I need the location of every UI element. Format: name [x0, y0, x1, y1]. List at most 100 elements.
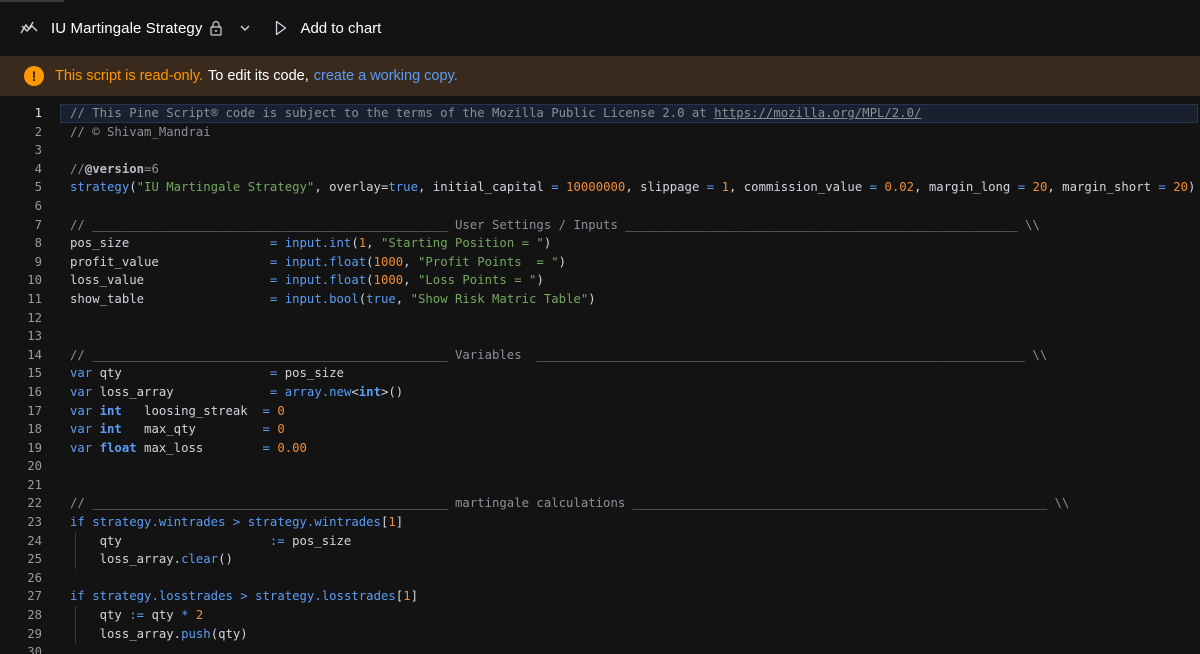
code-token: = [262, 422, 270, 437]
code-line[interactable]: 28 qty := qty * 2 [0, 606, 1200, 625]
create-working-copy-link[interactable]: create a working copy. [314, 68, 458, 84]
code-line[interactable]: 16 var loss_array = array.new<int>() [0, 383, 1200, 402]
code-token: , margin_short [1047, 180, 1159, 195]
code-text: loss_array.push(qty) [70, 625, 248, 644]
script-title[interactable]: IU Martingale Strategy [51, 20, 202, 37]
code-line[interactable]: 8 pos_size = input.int(1, "Starting Posit… [0, 234, 1200, 253]
code-text: loss_array.clear() [70, 550, 233, 569]
code-line[interactable]: 4 //@version=6 [0, 160, 1200, 179]
code-token: if [70, 515, 85, 530]
code-line[interactable]: 14 // ___________________________________… [0, 346, 1200, 365]
line-number: 13 [27, 329, 42, 344]
code-line[interactable]: 25 loss_array.clear() [0, 550, 1200, 569]
code-token: loss_array. [70, 552, 182, 567]
code-line[interactable]: 19 var float max_loss = 0.00 [0, 439, 1200, 458]
code-token: show_table [70, 291, 270, 306]
code-token: qty [70, 608, 130, 623]
line-number: 29 [27, 626, 42, 641]
banner-text: To edit its code, [208, 68, 309, 84]
code-token: 1 [388, 515, 396, 530]
code-line[interactable]: 1 // This Pine Script® code is subject to… [0, 104, 1200, 123]
code-token: 20 [1032, 180, 1048, 195]
code-text: var int max_qty = 0 [70, 420, 285, 439]
code-line[interactable]: 26 [0, 569, 1200, 588]
code-token: push [181, 626, 211, 641]
code-token: loss_value [70, 273, 270, 288]
line-number: 19 [27, 440, 42, 455]
code-token: (qty) [210, 626, 248, 641]
code-token: int [358, 384, 381, 399]
code-token: 0.00 [277, 440, 307, 455]
add-to-chart-label: Add to chart [300, 19, 382, 37]
code-token: 1 [721, 180, 729, 195]
code-token: =6 [144, 161, 159, 176]
code-text: pos_size = input.int(1, "Starting Positi… [70, 234, 551, 253]
code-line[interactable]: 5 strategy("IU Martingale Strategy", over… [0, 178, 1200, 197]
code-token: qty [70, 533, 270, 548]
line-number: 21 [27, 477, 42, 492]
code-line[interactable]: 10 loss_value = input.float(1000, "Loss P… [0, 271, 1200, 290]
code-token: 0 [277, 403, 285, 418]
line-number: 25 [27, 552, 42, 567]
code-token: 0.02 [884, 180, 915, 195]
line-number: 24 [27, 533, 42, 548]
code-line[interactable]: 27 if strategy.losstrades > strategy.loss… [0, 587, 1200, 606]
code-token: float [99, 440, 137, 455]
code-token: loosing_streak [121, 403, 263, 418]
code-token: 1000 [373, 273, 404, 288]
code-token[interactable]: https://mozilla.org/MPL/2.0/ [714, 106, 921, 120]
code-token: < [351, 384, 359, 399]
code-token: var [70, 384, 93, 399]
code-token: , [366, 236, 381, 251]
code-token: 10000000 [566, 180, 626, 195]
code-text: // _____________________________________… [70, 216, 1040, 235]
code-token: input.int [284, 236, 352, 251]
code-text: strategy("IU Martingale Strategy", overl… [70, 178, 1195, 197]
code-line[interactable]: 30 [0, 643, 1200, 654]
code-token: // [70, 161, 85, 176]
code-line[interactable]: 11 show_table = input.bool(true, "Show Ri… [0, 290, 1200, 309]
code-text: qty := qty * 2 [70, 606, 204, 625]
code-line[interactable]: 3 [0, 141, 1200, 160]
add-to-chart-button[interactable]: Add to chart [275, 20, 381, 37]
code-token: qty [144, 608, 182, 623]
code-line[interactable]: 17 var int loosing_streak = 0 [0, 402, 1200, 421]
code-line[interactable]: 24 qty := pos_size [0, 531, 1200, 551]
code-line[interactable]: 22 // ___________________________________… [0, 494, 1200, 513]
code-line[interactable]: 29 loss_array.push(qty) [0, 624, 1200, 644]
code-token: if [70, 589, 85, 604]
code-token: input.bool [284, 291, 359, 306]
code-text: //@version=6 [70, 160, 159, 179]
code-token: var [70, 440, 93, 455]
code-token: 0 [277, 422, 285, 437]
code-line[interactable]: 15 var qty = pos_size [0, 364, 1200, 383]
code-token: clear [181, 552, 219, 567]
code-line[interactable]: 9 profit_value = input.float(1000, "Profi… [0, 253, 1200, 272]
code-line[interactable]: 6 [0, 197, 1200, 216]
code-token: // This Pine Script® code is subject to … [70, 106, 715, 120]
code-token: >() [380, 384, 404, 399]
code-token: ] [410, 589, 418, 604]
code-line[interactable]: 13 [0, 327, 1200, 346]
code-token: 1000 [373, 254, 404, 269]
code-token: strategy.losstrades [92, 589, 233, 604]
code-line[interactable]: 2 // © Shivam_Mandrai [0, 123, 1200, 142]
code-token: ( [366, 273, 374, 288]
code-line[interactable]: 21 [0, 476, 1200, 495]
code-line[interactable]: 12 [0, 309, 1200, 328]
chevron-down-icon[interactable] [239, 22, 251, 34]
code-editor[interactable]: 1 // This Pine Script® code is subject to… [0, 104, 1200, 654]
code-line[interactable]: 20 [0, 457, 1200, 476]
code-token: strategy [70, 180, 130, 195]
code-line[interactable]: 18 var int max_qty = 0 [0, 420, 1200, 439]
line-number: 27 [27, 589, 42, 604]
code-text: if strategy.wintrades > strategy.wintrad… [70, 513, 403, 532]
code-token: , [403, 273, 418, 288]
code-line[interactable]: 7 // ____________________________________… [0, 216, 1200, 235]
code-line[interactable]: 23 if strategy.wintrades > strategy.wintr… [0, 513, 1200, 532]
code-text: // _____________________________________… [70, 494, 1069, 513]
code-token: profit_value [70, 254, 270, 269]
